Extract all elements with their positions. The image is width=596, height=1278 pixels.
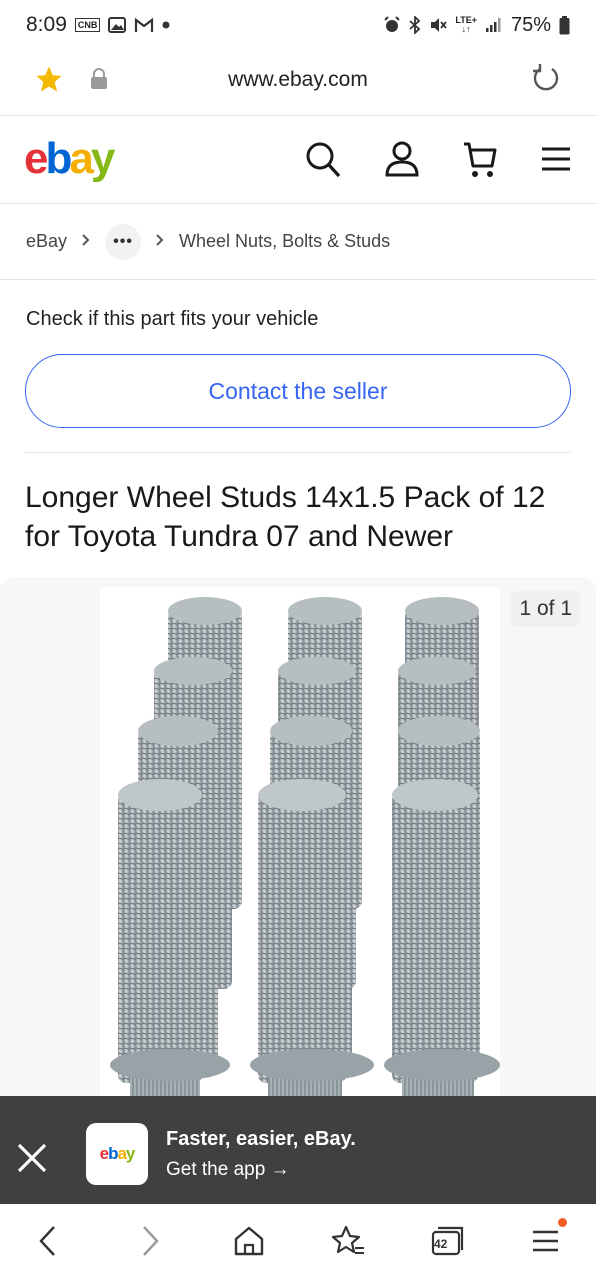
image-counter: 1 of 1 (511, 591, 580, 627)
chevron-right-icon (81, 231, 91, 252)
browser-menu-icon[interactable] (530, 1218, 567, 1263)
ebay-header: ebay (0, 116, 596, 204)
notification-dot (558, 1218, 567, 1227)
browser-url-bar: www.ebay.com (0, 50, 596, 116)
gmail-notification-icon (134, 17, 154, 33)
app-tile-logo: ebay (99, 1144, 136, 1163)
cart-icon[interactable] (462, 140, 498, 185)
bluetooth-icon (409, 16, 421, 34)
status-time: 8:09 (26, 13, 67, 36)
logo-letter-a: a (69, 134, 94, 183)
product-image[interactable] (100, 587, 500, 1107)
mute-icon (429, 16, 448, 34)
home-icon[interactable] (232, 1224, 266, 1263)
ebay-logo[interactable]: ebay (24, 134, 116, 184)
more-notifications-dot-icon (162, 21, 170, 29)
logo-letter-e: e (24, 134, 49, 183)
menu-icon[interactable] (540, 146, 572, 177)
search-icon[interactable] (304, 140, 342, 185)
close-icon[interactable] (14, 1140, 50, 1181)
breadcrumb-category[interactable]: Wheel Nuts, Bolts & Studs (179, 231, 390, 252)
tabs-icon[interactable]: 42 (430, 1224, 466, 1263)
banner-title: Faster, easier, eBay. (166, 1128, 356, 1150)
tab-count: 42 (434, 1237, 448, 1251)
fitment-prompt: Check if this part fits your vehicle (26, 308, 319, 330)
breadcrumb-more-button[interactable]: ••• (105, 223, 142, 260)
forward-icon[interactable] (138, 1224, 162, 1263)
account-icon[interactable] (384, 140, 420, 183)
back-icon[interactable] (36, 1224, 60, 1263)
divider (25, 452, 571, 453)
browser-bottom-nav: 42 (0, 1204, 596, 1278)
alarm-icon (383, 16, 401, 34)
app-install-banner[interactable]: ebay Faster, easier, eBay. Get the app → (0, 1096, 596, 1204)
image-gallery[interactable]: 1 of 1 (0, 577, 596, 1137)
logo-letter-y: y (90, 134, 116, 183)
reload-icon[interactable] (530, 62, 562, 99)
logo-letter-b: b (45, 134, 72, 183)
breadcrumb-ebay[interactable]: eBay (26, 231, 67, 252)
ebay-app-icon[interactable]: ebay (86, 1123, 148, 1185)
url-text[interactable]: www.ebay.com (0, 68, 596, 92)
battery-percent: 75% (510, 13, 551, 36)
breadcrumb: eBay ••• Wheel Nuts, Bolts & Studs (0, 204, 596, 280)
signal-icon (485, 17, 503, 33)
status-bar: 8:09 CNB LTE+ ↓↑ 75% (0, 0, 596, 50)
chevron-right-icon (155, 231, 165, 252)
item-title: Longer Wheel Studs 14x1.5 Pack of 12 for… (25, 481, 546, 553)
lte-icon: LTE+ ↓↑ (455, 15, 477, 34)
bookmarks-icon[interactable] (330, 1224, 366, 1263)
contact-seller-button[interactable]: Contact the seller (25, 354, 571, 428)
get-the-app-link[interactable]: Get the app → (166, 1159, 290, 1181)
cnb-notification-icon: CNB (74, 18, 101, 32)
battery-icon (559, 15, 570, 35)
gallery-notification-icon (108, 17, 127, 33)
